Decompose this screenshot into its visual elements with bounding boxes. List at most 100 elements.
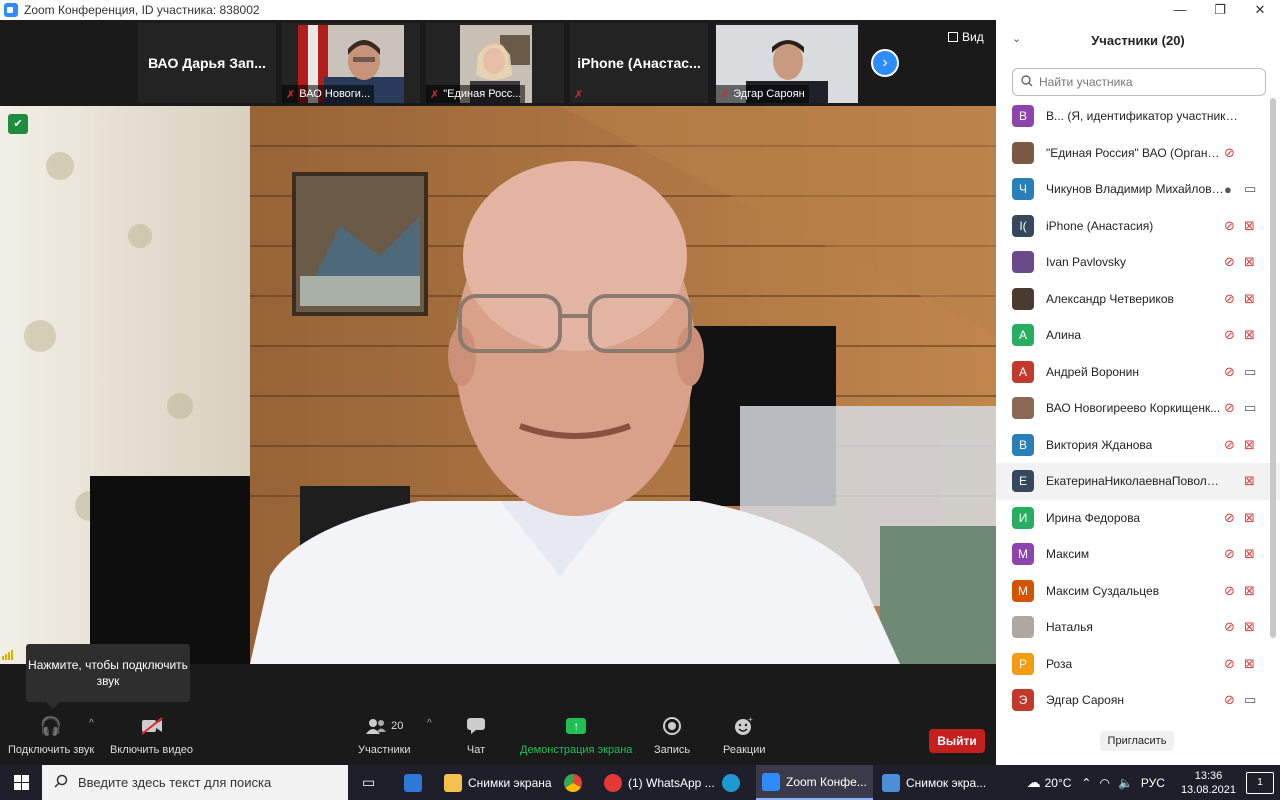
participant-list-scrollbar[interactable] xyxy=(1270,98,1276,638)
start-video-button[interactable]: Включить видео xyxy=(110,713,193,756)
close-icon[interactable]: ✕ xyxy=(1240,0,1280,20)
grid-icon xyxy=(948,32,958,42)
mic-muted-icon[interactable]: ⊘ xyxy=(1224,656,1235,672)
participant-photo xyxy=(1012,616,1034,639)
participant-row[interactable]: А Андрей Воронин ⊘ ▭ xyxy=(996,354,1280,391)
thumbnail-tile[interactable]: ✗ ВАО Новоги... xyxy=(282,23,420,103)
next-page-button[interactable]: › xyxy=(871,49,899,77)
thumbnail-tile[interactable]: iPhone (Анастас... ✗ xyxy=(570,23,708,103)
video-off-icon[interactable]: ⊠ xyxy=(1244,473,1255,489)
video-icon[interactable]: ▭ xyxy=(1244,181,1256,197)
video-off-icon[interactable]: ⊠ xyxy=(1244,254,1255,270)
mic-icon[interactable]: ● xyxy=(1224,182,1232,197)
participant-name: Александр Четвериков xyxy=(1046,291,1174,306)
video-icon[interactable]: ▭ xyxy=(1244,364,1256,380)
thumbnail-tile[interactable]: ✗ "Единая Росс... xyxy=(426,23,564,103)
mic-muted-icon[interactable]: ⊘ xyxy=(1224,291,1235,307)
thumbnail-tile[interactable]: ВАО Дарья Зап... xyxy=(138,23,276,103)
mic-muted-icon[interactable]: ⊘ xyxy=(1224,145,1235,161)
mic-muted-icon[interactable]: ⊘ xyxy=(1224,619,1235,635)
clock[interactable]: 13:36 13.08.2021 xyxy=(1181,769,1236,797)
participant-row[interactable]: М Максим ⊘ ⊠ xyxy=(996,536,1280,573)
video-icon[interactable]: ▭ xyxy=(1244,400,1256,416)
taskbar-app-explorer[interactable]: Снимки экрана xyxy=(438,765,558,800)
video-off-icon[interactable]: ⊠ xyxy=(1244,583,1255,599)
taskbar-app-snip[interactable]: Снимок экра... xyxy=(876,765,992,800)
chat-icon xyxy=(466,713,486,739)
participant-row[interactable]: В Виктория Жданова ⊘ ⊠ xyxy=(996,427,1280,464)
participant-row[interactable]: Александр Четвериков ⊘ ⊠ xyxy=(996,281,1280,318)
leave-button[interactable]: Выйти xyxy=(929,729,985,753)
minimize-icon[interactable]: — xyxy=(1160,0,1200,20)
network-icon[interactable]: ◠ xyxy=(1099,776,1109,790)
edge-app-button[interactable] xyxy=(716,765,746,800)
video-off-icon[interactable]: ⊠ xyxy=(1244,291,1255,307)
participant-row[interactable]: Р Роза ⊘ ⊠ xyxy=(996,646,1280,683)
task-view-button[interactable]: ▭ xyxy=(356,765,381,800)
mic-muted-icon[interactable]: ⊘ xyxy=(1224,437,1235,453)
join-audio-button[interactable]: 🎧 Подключить звук xyxy=(8,713,94,757)
mic-muted-icon[interactable]: ⊘ xyxy=(1224,364,1235,380)
participant-avatar: А xyxy=(1012,324,1034,347)
invite-button[interactable]: Пригласить xyxy=(1100,731,1174,751)
mic-muted-icon[interactable]: ⊘ xyxy=(1224,400,1235,416)
start-button[interactable] xyxy=(0,765,42,800)
show-hidden-icons-icon[interactable]: ⌃ xyxy=(1081,776,1091,790)
weather-icon[interactable]: ☁ xyxy=(1027,774,1041,791)
participant-row[interactable]: М Максим Суздальцев ⊘ ⊠ xyxy=(996,573,1280,610)
participant-row[interactable]: Ivan Pavlovsky ⊘ ⊠ xyxy=(996,244,1280,281)
view-button[interactable]: Вид xyxy=(948,30,984,44)
mic-muted-icon[interactable]: ⊘ xyxy=(1224,327,1235,343)
participant-search-input[interactable]: Найти участника xyxy=(1012,68,1266,96)
taskbar-search-input[interactable]: Введите здесь текст для поиска xyxy=(42,765,348,800)
taskbar-app-label: Zoom Конфе... xyxy=(786,774,867,789)
volume-muted-icon[interactable]: 🔈 xyxy=(1118,776,1133,790)
chevron-down-icon[interactable]: ⌄ xyxy=(1012,32,1021,45)
participant-row[interactable]: В В... (Я, идентификатор участника: 83800… xyxy=(996,98,1280,135)
participants-options-caret[interactable]: ^ xyxy=(427,718,432,729)
reactions-button[interactable]: + Реакции xyxy=(723,713,766,756)
participant-row[interactable]: "Единая Россия" ВАО (Организатор)⊘ xyxy=(996,135,1280,172)
mic-muted-icon: ✗ xyxy=(430,88,440,101)
participant-row[interactable]: ВАО Новогиреево Коркищенк... ⊘ ▭ xyxy=(996,390,1280,427)
video-off-icon[interactable]: ⊠ xyxy=(1244,656,1255,672)
thumbnail-tile[interactable]: ✗ Эдгар Сароян xyxy=(716,23,858,103)
maximize-icon[interactable]: ❐ xyxy=(1200,0,1240,20)
record-button[interactable]: Запись xyxy=(654,713,690,756)
mic-muted-icon[interactable]: ⊘ xyxy=(1224,218,1235,234)
mic-muted-icon[interactable]: ⊘ xyxy=(1224,583,1235,599)
weather-temp[interactable]: 20°C xyxy=(1045,776,1072,790)
participant-row[interactable]: Наталья ⊘ ⊠ xyxy=(996,609,1280,646)
video-off-icon[interactable]: ⊠ xyxy=(1244,619,1255,635)
taskbar-app-label: Снимки экрана xyxy=(468,775,552,790)
mic-muted-icon[interactable]: ⊘ xyxy=(1224,546,1235,562)
search-icon xyxy=(54,774,68,791)
mail-app-button[interactable] xyxy=(398,765,428,800)
notifications-button[interactable]: 1 xyxy=(1246,771,1274,794)
taskbar-app-zoom[interactable]: Zoom Конфе... xyxy=(756,765,873,800)
participant-row[interactable]: И Ирина Федорова ⊘ ⊠ xyxy=(996,500,1280,537)
video-off-icon[interactable]: ⊠ xyxy=(1244,437,1255,453)
participant-row[interactable]: Ч Чикунов Владимир Михайлович ● ▭ xyxy=(996,171,1280,208)
chat-button[interactable]: Чат xyxy=(466,713,486,756)
participant-row[interactable]: Э Эдгар Сароян ⊘ ▭ xyxy=(996,682,1280,719)
participant-row[interactable]: I(iPhone (Анастасия) ⊘ ⊠ xyxy=(996,208,1280,245)
mic-muted-icon[interactable]: ⊘ xyxy=(1224,510,1235,526)
video-off-icon[interactable]: ⊠ xyxy=(1244,510,1255,526)
participant-row[interactable]: А Алина ⊘ ⊠ xyxy=(996,317,1280,354)
participant-row[interactable]: Е ЕкатеринаНиколаевнаПоволоцкая ⊠ xyxy=(996,463,1280,500)
encryption-shield-icon[interactable]: ✔ xyxy=(8,114,28,134)
share-screen-button[interactable]: ↑ Демонстрация экрана xyxy=(520,713,632,756)
video-off-icon[interactable]: ⊠ xyxy=(1244,327,1255,343)
video-off-icon[interactable]: ⊠ xyxy=(1244,546,1255,562)
video-icon[interactable]: ▭ xyxy=(1244,692,1256,708)
taskbar-app-whatsapp[interactable]: (1) WhatsApp ... xyxy=(598,765,721,800)
participant-name: Алина xyxy=(1046,328,1082,343)
participants-button[interactable]: 20 Участники xyxy=(358,713,411,756)
mic-muted-icon[interactable]: ⊘ xyxy=(1224,692,1235,708)
audio-options-caret[interactable]: ^ xyxy=(89,718,94,729)
chrome-app-button[interactable] xyxy=(558,765,588,800)
video-off-icon[interactable]: ⊠ xyxy=(1244,218,1255,234)
language-indicator[interactable]: РУС xyxy=(1141,776,1165,790)
mic-muted-icon[interactable]: ⊘ xyxy=(1224,254,1235,270)
